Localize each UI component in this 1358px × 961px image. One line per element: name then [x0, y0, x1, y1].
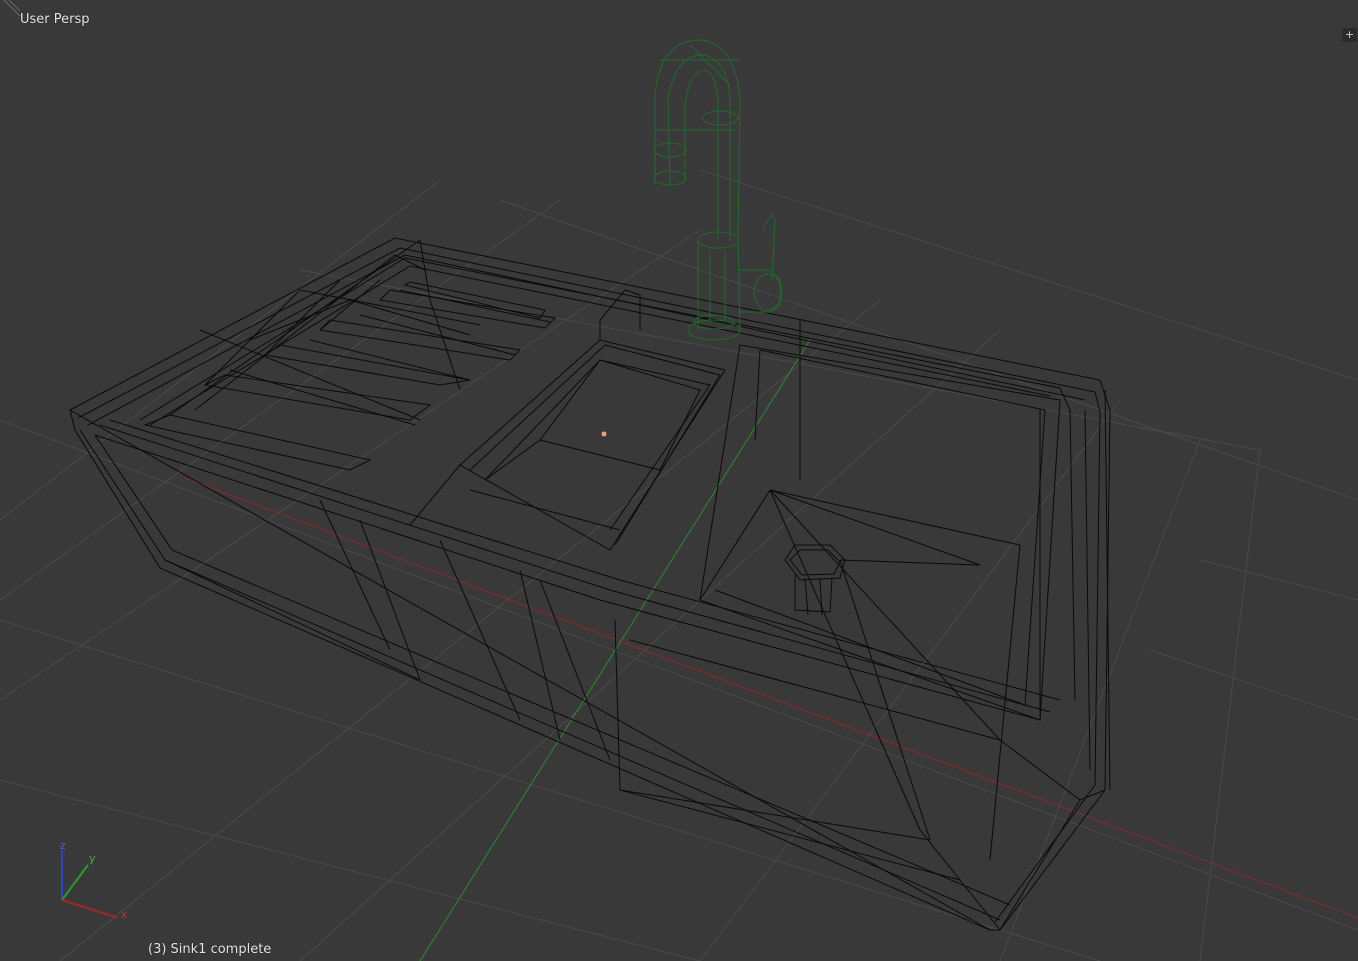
- axis-y-label: y: [89, 852, 96, 865]
- active-object-info: (3) Sink1 complete: [148, 942, 272, 957]
- properties-toggle-button[interactable]: +: [1342, 28, 1357, 42]
- view-mode-label: User Persp: [20, 12, 90, 27]
- axis-z-label: z: [60, 839, 66, 852]
- y-axis-line: [419, 339, 811, 961]
- object-origin: [600, 430, 608, 438]
- axis-x-label: x: [121, 908, 128, 921]
- floor-grid: [0, 169, 1358, 961]
- sink-wireframe[interactable]: [68, 237, 1111, 931]
- area-split-handle-icon[interactable]: [0, 0, 20, 20]
- 3d-viewport[interactable]: z y x User Persp (3) Sink1 complete +: [0, 0, 1358, 961]
- x-axis-line: [184, 477, 1358, 919]
- axis-gizmo: z y x: [60, 839, 128, 921]
- viewport-canvas[interactable]: z y x: [0, 0, 1358, 961]
